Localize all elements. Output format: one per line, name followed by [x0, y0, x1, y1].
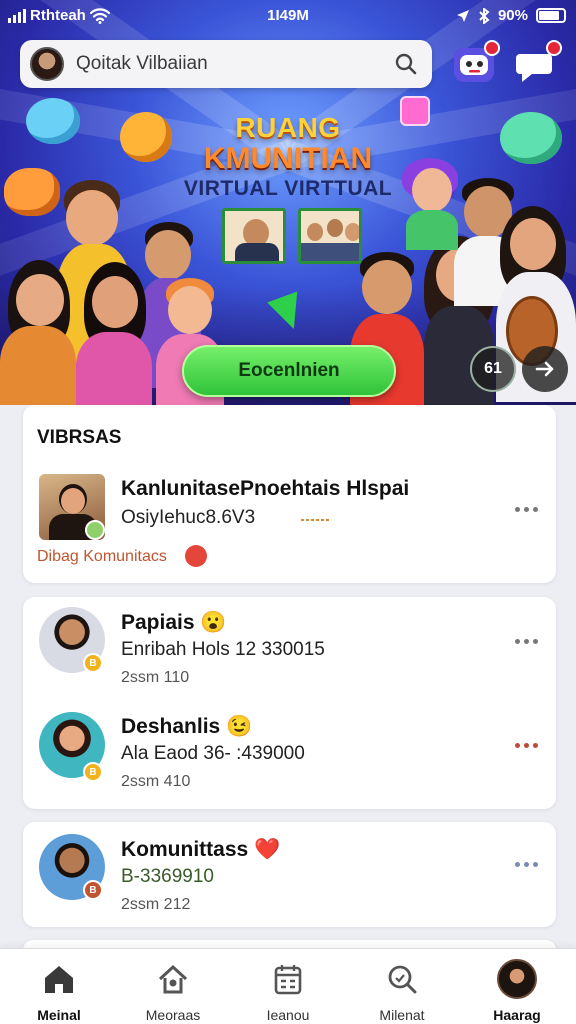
people-card: B Komunittass ❤️ B-3369910 2ssm 212	[23, 822, 556, 927]
notification-badge	[546, 40, 562, 56]
hero-badge-button[interactable]: 61	[470, 346, 516, 392]
battery-icon	[536, 8, 566, 23]
featured-name: KanlunitasePnoehtais Hlspai	[121, 477, 410, 500]
person-name: Deshanlis 😉	[121, 715, 253, 738]
person-illustration	[0, 260, 80, 405]
join-cta-button[interactable]: Eocenlnien	[182, 345, 396, 397]
community-icon	[158, 964, 188, 994]
nav-item-community[interactable]: Meoraas	[125, 959, 221, 1023]
section-title: VIBRSAS	[37, 427, 122, 448]
bottom-nav: Meinal Meoraas Ieanou Milenat Haarag	[0, 948, 576, 1024]
heart-icon	[185, 545, 207, 567]
more-options-button[interactable]	[515, 507, 538, 512]
person-name: Komunittass ❤️	[121, 838, 281, 861]
person-detail: Enribah Hols 12 330015	[121, 639, 325, 660]
person-badge: B	[83, 762, 103, 782]
featured-tag: Dibag Komunitacs	[37, 548, 167, 565]
user-avatar[interactable]	[30, 47, 64, 81]
home-icon	[45, 966, 73, 993]
video-thumbnail	[298, 208, 362, 264]
battery-percent: 90%	[497, 7, 528, 24]
emoji-icon: 😮	[200, 611, 227, 634]
hero-title-line2: KMUNITIAN	[203, 142, 373, 175]
people-card: B Papiais 😮 Enribah Hols 12 330015 2ssm …	[23, 597, 556, 809]
emoji-icon: ❤️	[254, 838, 281, 861]
emoji-icon: 😉	[226, 715, 253, 738]
calendar-icon	[274, 965, 302, 995]
nav-item-search[interactable]: Milenat	[354, 959, 450, 1023]
nav-item-calendar[interactable]: Ieanou	[240, 959, 336, 1023]
person-badge: B	[83, 880, 103, 900]
featured-subtitle: OsiyIehuc8.6V3	[121, 507, 256, 528]
location-arrow-icon	[456, 9, 469, 22]
more-options-button[interactable]	[515, 743, 538, 748]
search-icon	[388, 965, 417, 994]
featured-badge-icon	[85, 520, 105, 540]
dotted-accent-icon	[301, 519, 331, 521]
more-options-button[interactable]	[515, 639, 538, 644]
hero-title-line3: VIRTUAL VIRTTUAL	[183, 177, 393, 200]
featured-card[interactable]: VIBRSAS KanlunitasePnoehtais Hlspai Osiy…	[23, 405, 556, 583]
chatbot-button[interactable]	[450, 40, 500, 88]
more-options-button[interactable]	[515, 862, 538, 867]
video-thumbnail	[222, 208, 286, 264]
bluetooth-icon	[479, 7, 490, 24]
person-badge: B	[83, 653, 103, 673]
search-icon[interactable]	[394, 52, 418, 76]
person-name: Papiais 😮	[121, 611, 227, 634]
person-meta: 2ssm 410	[121, 773, 191, 790]
status-bar: Rthteah 1I49M 90%	[0, 0, 576, 34]
search-input[interactable]: Qoitak Vilbaiian	[76, 53, 394, 75]
hero-badge-label: 61	[484, 360, 502, 377]
person-detail: Ala Eaod 36- :439000	[121, 743, 305, 764]
person-illustration	[76, 262, 156, 405]
nav-item-home[interactable]: Meinal	[11, 959, 107, 1023]
chat-button[interactable]	[512, 40, 562, 88]
search-bar[interactable]: Qoitak Vilbaiian	[20, 40, 432, 88]
hero-title-line1: RUANG	[235, 112, 341, 143]
hero-next-button[interactable]	[522, 346, 568, 392]
person-meta: 2ssm 212	[121, 896, 191, 913]
arrow-right-icon	[535, 361, 554, 377]
nav-item-profile[interactable]: Haarag	[469, 959, 565, 1023]
person-detail: B-3369910	[121, 866, 214, 887]
profile-avatar	[497, 959, 537, 999]
person-meta: 2ssm 110	[121, 669, 190, 686]
notification-badge	[484, 40, 500, 56]
